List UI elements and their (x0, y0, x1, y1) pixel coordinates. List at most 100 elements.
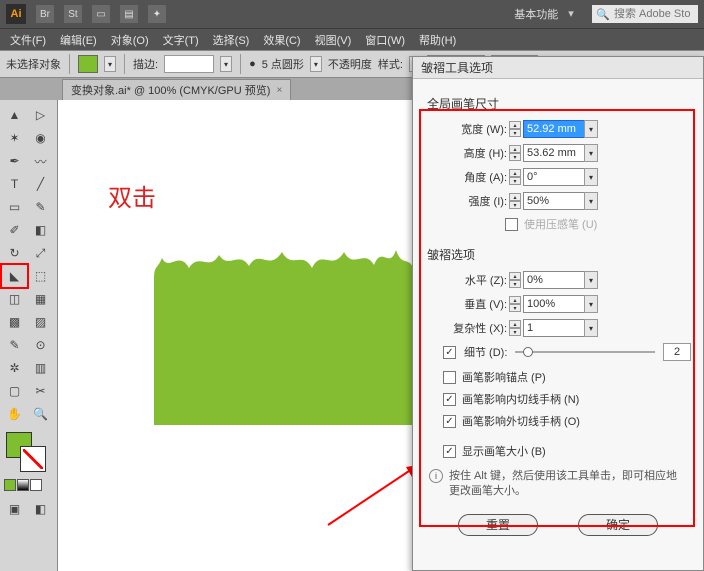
artwork-green-shape (154, 240, 414, 425)
show-size-checkbox[interactable] (443, 445, 456, 458)
rectangle-tool[interactable]: ▭ (2, 196, 27, 218)
none-mode-icon[interactable] (30, 479, 42, 491)
angle-spinner[interactable]: ▴▾ (509, 169, 521, 185)
ok-button[interactable]: 确定 (578, 514, 658, 536)
menu-window[interactable]: 窗口(W) (359, 30, 411, 50)
selection-tool[interactable]: ▲ (2, 104, 27, 126)
stock-icon[interactable]: St (64, 5, 82, 23)
horizontal-input[interactable]: 0% (523, 271, 585, 289)
horizontal-spinner[interactable]: ▴▾ (509, 272, 521, 288)
gradient-tool[interactable]: ▨ (28, 311, 53, 333)
angle-label: 角度 (A): (443, 169, 507, 185)
intensity-label: 强度 (I): (443, 193, 507, 209)
height-spinner[interactable]: ▴▾ (509, 145, 521, 161)
height-input[interactable]: 53.62 mm (523, 144, 585, 162)
search-box[interactable]: 🔍 (592, 5, 698, 23)
curvature-tool[interactable]: 〰 (28, 150, 53, 172)
document-tab[interactable]: 变换对象.ai* @ 100% (CMYK/GPU 预览) × (62, 79, 291, 100)
vertical-spinner[interactable]: ▴▾ (509, 296, 521, 312)
width-input[interactable]: 52.92 mm (523, 120, 585, 138)
toolbox: ▲▷ ✶◉ ✒〰 T╱ ▭✎ ✐◧ ↻⤢ ◣⬚ ◫▦ ▩▨ ✎⊙ ✲▥ ▢✂ ✋… (0, 100, 58, 571)
complexity-dropdown[interactable]: ▾ (584, 319, 598, 337)
menu-edit[interactable]: 编辑(E) (54, 30, 103, 50)
artboard-tool[interactable]: ▢ (2, 380, 27, 402)
screen-mode-tool[interactable]: ▣ (2, 498, 27, 520)
mesh-tool[interactable]: ▩ (2, 311, 27, 333)
fill-stroke-control[interactable] (2, 430, 55, 476)
app-logo-icon: Ai (6, 4, 26, 24)
width-dropdown[interactable]: ▾ (584, 120, 598, 138)
reset-button[interactable]: 重置 (458, 514, 538, 536)
horizontal-label: 水平 (Z): (443, 272, 507, 288)
magic-wand-tool[interactable]: ✶ (2, 127, 27, 149)
eyedropper-tool[interactable]: ✎ (2, 334, 27, 356)
detail-checkbox[interactable] (443, 346, 456, 359)
chevron-down-icon[interactable]: ▾ (568, 7, 582, 21)
cursor-icon[interactable]: ✦ (148, 5, 166, 23)
brush-dropdown[interactable]: ▾ (310, 56, 322, 72)
doc-icon[interactable]: ▤ (120, 5, 138, 23)
blend-tool[interactable]: ⊙ (28, 334, 53, 356)
stroke-dropdown[interactable]: ▾ (220, 56, 232, 72)
width-tool[interactable]: ◣ (2, 265, 27, 287)
menu-file[interactable]: 文件(F) (4, 30, 52, 50)
stroke-color-icon[interactable] (20, 446, 46, 472)
edit-mode-tool[interactable]: ◧ (28, 498, 53, 520)
intensity-spinner[interactable]: ▴▾ (509, 193, 521, 209)
direct-select-tool[interactable]: ▷ (28, 104, 53, 126)
complexity-spinner[interactable]: ▴▾ (509, 320, 521, 336)
search-input[interactable] (614, 8, 694, 20)
brush-anchor-checkbox[interactable] (443, 371, 456, 384)
vertical-input[interactable]: 100% (523, 295, 585, 313)
close-icon[interactable]: × (276, 85, 282, 96)
brush-tool[interactable]: ✎ (28, 196, 53, 218)
menu-help[interactable]: 帮助(H) (413, 30, 462, 50)
bridge-icon[interactable]: Br (36, 5, 54, 23)
free-transform-tool[interactable]: ⬚ (28, 265, 53, 287)
section-global-brush: 全局画笔尺寸 (427, 95, 691, 112)
hand-tool[interactable]: ✋ (2, 403, 27, 425)
pen-tool[interactable]: ✒ (2, 150, 27, 172)
height-dropdown[interactable]: ▾ (584, 144, 598, 162)
scale-tool[interactable]: ⤢ (28, 242, 53, 264)
slice-tool[interactable]: ✂ (28, 380, 53, 402)
perspective-tool[interactable]: ▦ (28, 288, 53, 310)
menu-effect[interactable]: 效果(C) (257, 30, 306, 50)
color-mode-icon[interactable] (4, 479, 16, 491)
menu-view[interactable]: 视图(V) (309, 30, 358, 50)
graph-tool[interactable]: ▥ (28, 357, 53, 379)
line-tool[interactable]: ╱ (28, 173, 53, 195)
workspace-mode[interactable]: 基本功能 (514, 6, 558, 22)
intensity-input[interactable]: 50% (523, 192, 585, 210)
intensity-dropdown[interactable]: ▾ (584, 192, 598, 210)
brush-out-checkbox[interactable] (443, 415, 456, 428)
width-spinner[interactable]: ▴▾ (509, 121, 521, 137)
horizontal-dropdown[interactable]: ▾ (584, 271, 598, 289)
complexity-input[interactable]: 1 (523, 319, 585, 337)
lasso-tool[interactable]: ◉ (28, 127, 53, 149)
menu-object[interactable]: 对象(O) (105, 30, 155, 50)
shaper-tool[interactable]: ✐ (2, 219, 27, 241)
type-tool[interactable]: T (2, 173, 27, 195)
brush-preset[interactable]: 5 点圆形 (262, 56, 304, 72)
rotate-tool[interactable]: ↻ (2, 242, 27, 264)
fill-swatch[interactable] (78, 55, 98, 73)
vertical-dropdown[interactable]: ▾ (584, 295, 598, 313)
angle-dropdown[interactable]: ▾ (584, 168, 598, 186)
detail-slider[interactable] (515, 345, 655, 359)
use-pressure-label: 使用压感笔 (U) (524, 216, 597, 232)
tab-label: 变换对象.ai* @ 100% (CMYK/GPU 预览) (71, 82, 270, 98)
menu-type[interactable]: 文字(T) (157, 30, 205, 50)
angle-input[interactable]: 0° (523, 168, 585, 186)
symbol-tool[interactable]: ✲ (2, 357, 27, 379)
shape-builder-tool[interactable]: ◫ (2, 288, 27, 310)
stroke-width-input[interactable] (164, 55, 214, 73)
fill-dropdown[interactable]: ▾ (104, 56, 116, 72)
gradient-mode-icon[interactable] (17, 479, 29, 491)
menu-select[interactable]: 选择(S) (207, 30, 256, 50)
brush-in-checkbox[interactable] (443, 393, 456, 406)
eraser-tool[interactable]: ◧ (28, 219, 53, 241)
detail-value[interactable]: 2 (663, 343, 691, 361)
zoom-tool[interactable]: 🔍 (28, 403, 53, 425)
arrange-icon[interactable]: ▭ (92, 5, 110, 23)
